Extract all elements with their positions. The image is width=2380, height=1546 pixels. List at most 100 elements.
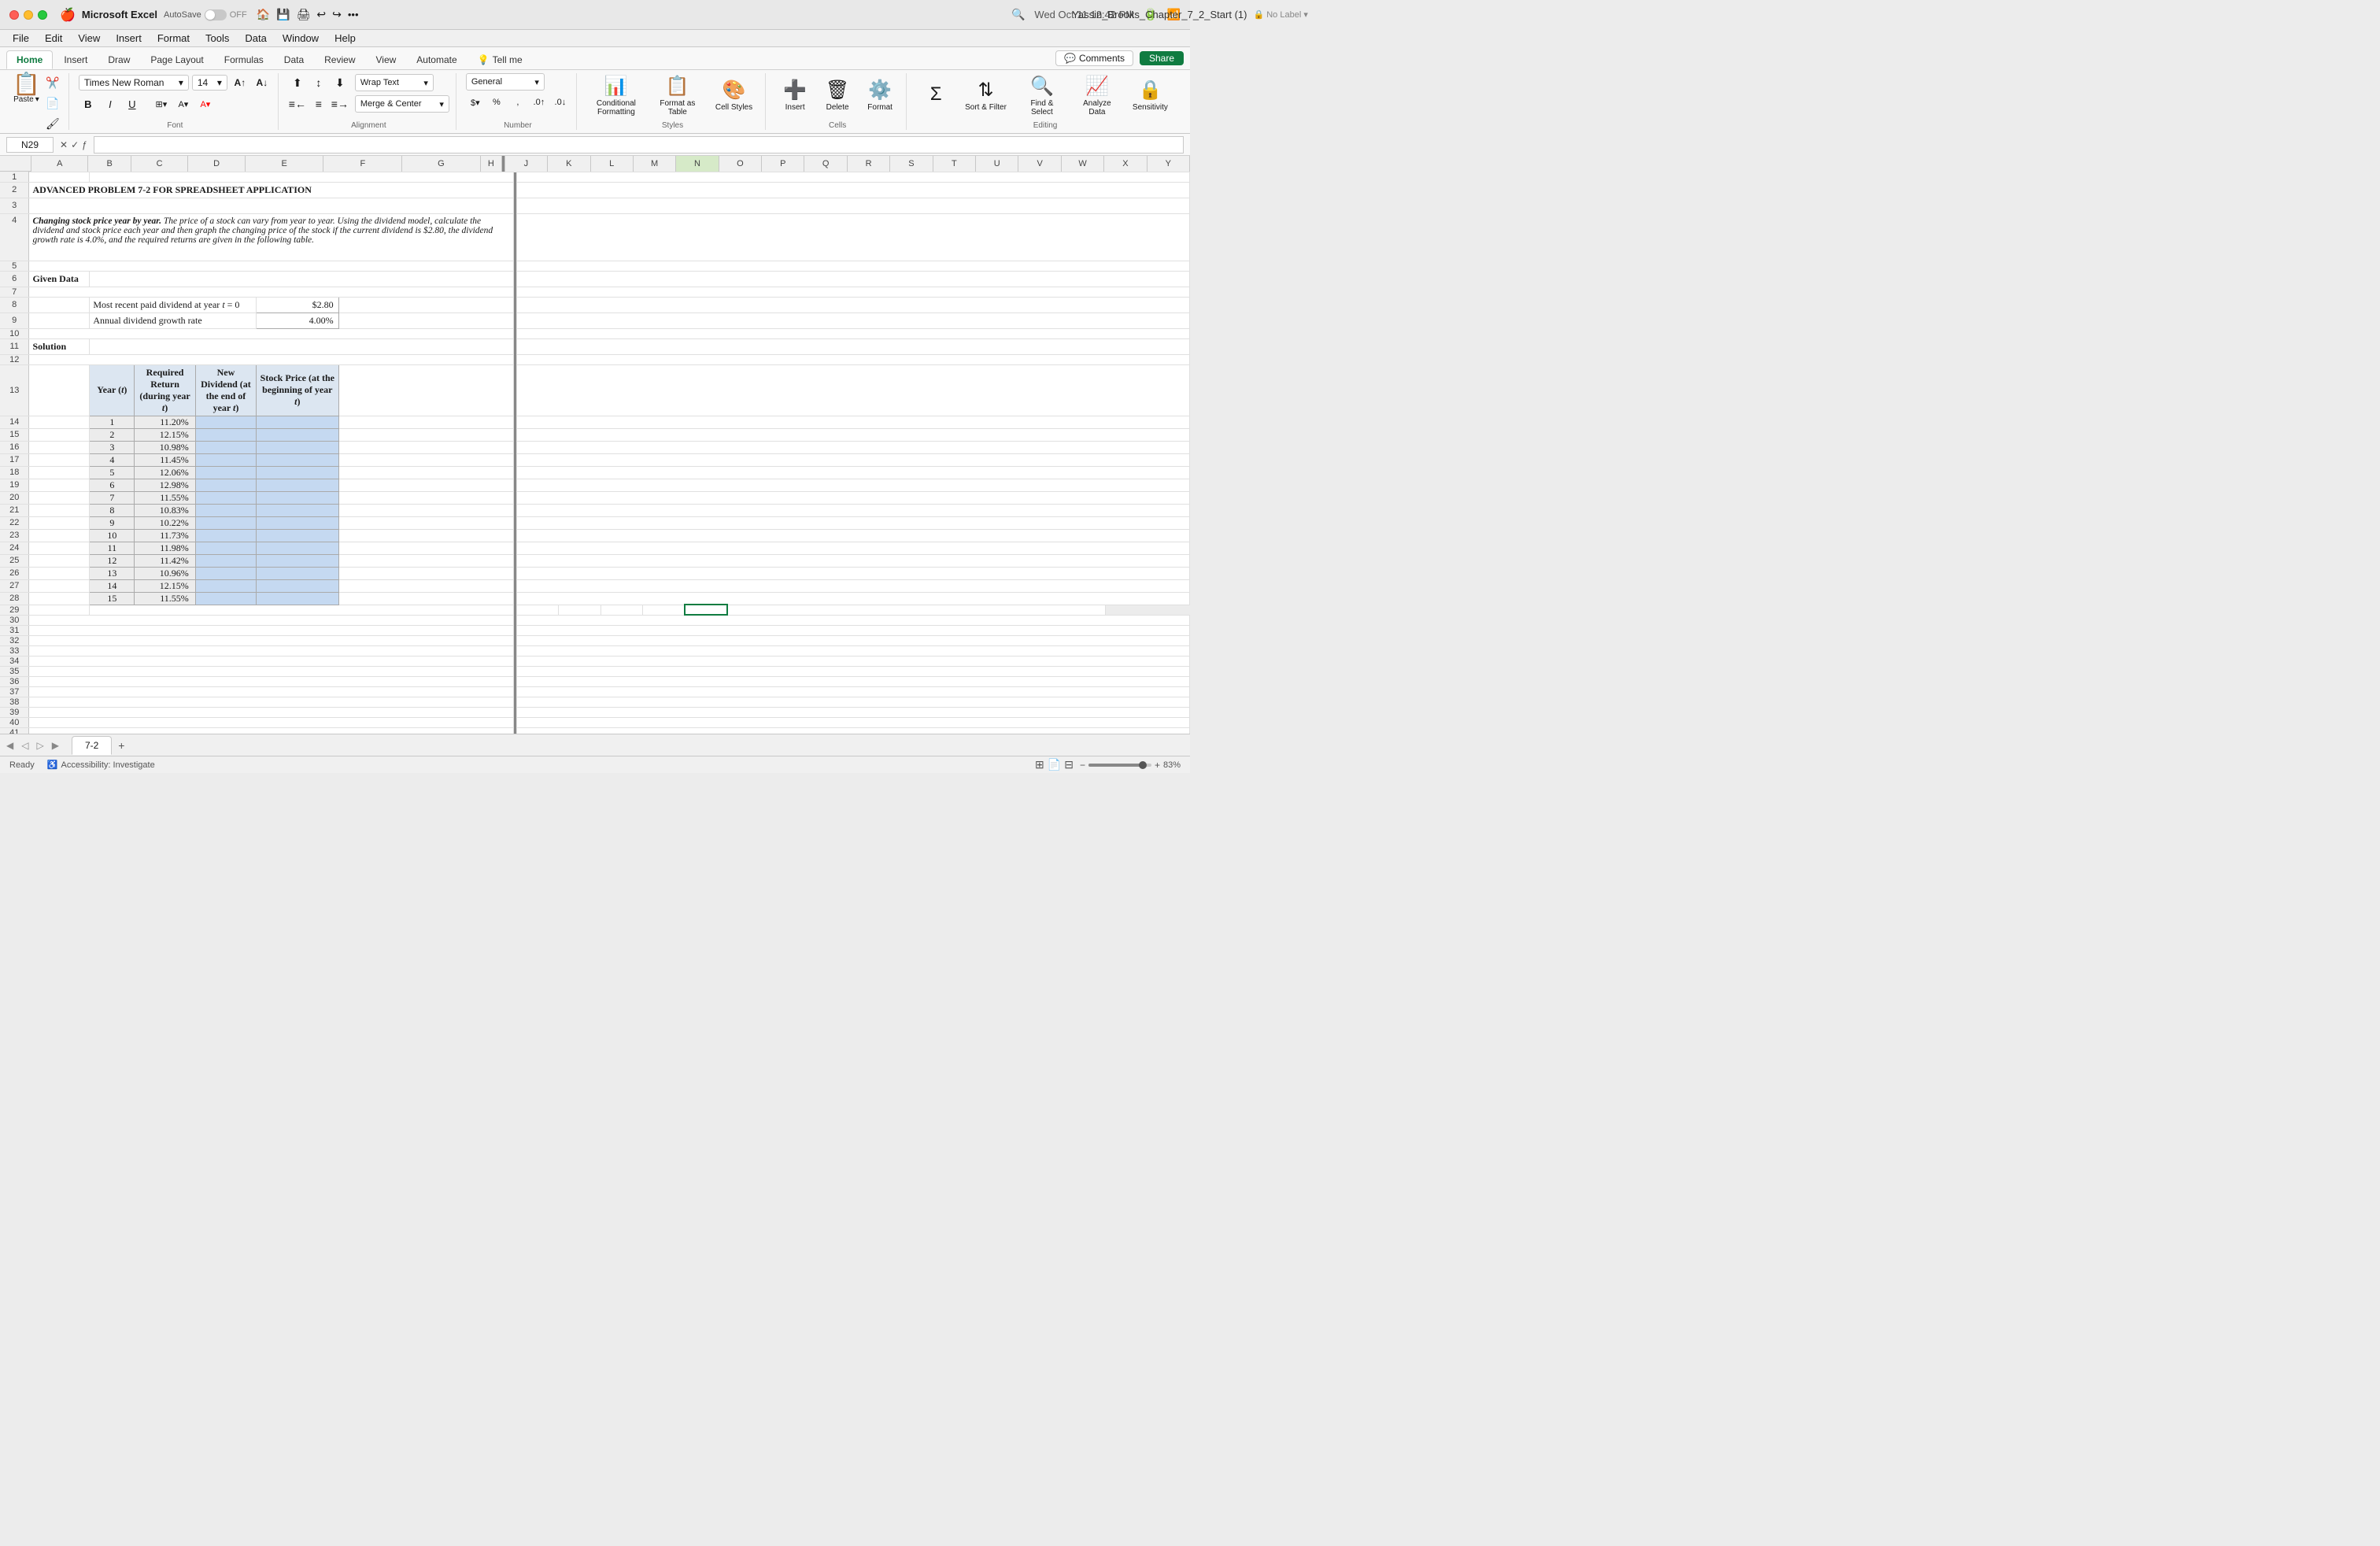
- cell-b20[interactable]: 7: [90, 491, 135, 504]
- cell-d15[interactable]: [195, 428, 256, 441]
- cell-c20[interactable]: 11.55%: [135, 491, 195, 504]
- cell-f24[interactable]: [338, 542, 514, 554]
- col-header-b[interactable]: B: [88, 156, 131, 172]
- row-num-38[interactable]: 38: [0, 697, 29, 707]
- cell-j13[interactable]: [516, 364, 1189, 416]
- menu-window[interactable]: Window: [276, 31, 325, 46]
- cell-a14[interactable]: [29, 416, 90, 428]
- cell-e27[interactable]: [257, 579, 338, 592]
- cell-c25[interactable]: 11.42%: [135, 554, 195, 567]
- cell-c15[interactable]: 12.15%: [135, 428, 195, 441]
- cell-b18[interactable]: 5: [90, 466, 135, 479]
- col-header-g[interactable]: G: [402, 156, 481, 172]
- menu-format[interactable]: Format: [151, 31, 196, 46]
- cell-d24[interactable]: [195, 542, 256, 554]
- cell-e24[interactable]: [257, 542, 338, 554]
- cell-a3[interactable]: [29, 198, 514, 213]
- cell-j27[interactable]: [516, 579, 1189, 592]
- cell-b22[interactable]: 9: [90, 516, 135, 529]
- cell-j17[interactable]: [516, 453, 1189, 466]
- cell-a21[interactable]: [29, 504, 90, 516]
- tab-data[interactable]: Data: [275, 51, 313, 68]
- cell-j8[interactable]: [516, 297, 1189, 313]
- cell-a16[interactable]: [29, 441, 90, 453]
- cell-j29[interactable]: [516, 605, 559, 615]
- font-name-selector[interactable]: Times New Roman ▾: [79, 75, 189, 91]
- cell-c18[interactable]: 12.06%: [135, 466, 195, 479]
- cell-d17[interactable]: [195, 453, 256, 466]
- cell-c24[interactable]: 11.98%: [135, 542, 195, 554]
- col-header-s[interactable]: S: [890, 156, 933, 172]
- cell-j10[interactable]: [516, 328, 1189, 338]
- cell-a11[interactable]: Solution: [29, 338, 90, 354]
- cell-d19[interactable]: [195, 479, 256, 491]
- tab-insert[interactable]: Insert: [54, 51, 97, 68]
- cell-j6[interactable]: [516, 271, 1189, 287]
- cell-d22[interactable]: [195, 516, 256, 529]
- col-header-j[interactable]: J: [505, 156, 548, 172]
- format-as-table-btn[interactable]: 📋 Format as Table: [648, 73, 708, 117]
- row-num-36[interactable]: 36: [0, 676, 29, 686]
- cell-a26[interactable]: [29, 567, 90, 579]
- cell-j20[interactable]: [516, 491, 1189, 504]
- cell-a10[interactable]: [29, 328, 514, 338]
- font-color-btn[interactable]: A▾: [196, 94, 215, 113]
- row-num-33[interactable]: 33: [0, 645, 29, 656]
- cell-o29[interactable]: [727, 605, 1106, 615]
- autosum-btn[interactable]: Σ: [916, 73, 955, 117]
- cell-a1[interactable]: [29, 172, 90, 183]
- page-layout-btn[interactable]: 📄: [1048, 758, 1061, 771]
- cell-b24[interactable]: 11: [90, 542, 135, 554]
- delete-btn[interactable]: 🗑 Delete: [818, 73, 857, 117]
- row-num-4[interactable]: 4: [0, 213, 29, 261]
- row-num-15[interactable]: 15: [0, 428, 29, 441]
- cell-j26[interactable]: [516, 567, 1189, 579]
- cell-a6[interactable]: Given Data: [29, 271, 90, 287]
- cell-d27[interactable]: [195, 579, 256, 592]
- page-break-btn[interactable]: ⊟: [1064, 758, 1074, 771]
- row-num-19[interactable]: 19: [0, 479, 29, 491]
- cell-c26[interactable]: 10.96%: [135, 567, 195, 579]
- analyze-data-btn[interactable]: 📈 Analyze Data: [1071, 73, 1123, 117]
- cell-a7[interactable]: [29, 287, 514, 297]
- format-painter-btn[interactable]: 🖌: [43, 114, 62, 133]
- cell-f28[interactable]: [338, 592, 514, 605]
- col-header-f[interactable]: F: [323, 156, 402, 172]
- find-select-btn[interactable]: 🔍 Find & Select: [1016, 73, 1068, 117]
- tab-home[interactable]: Home: [6, 50, 53, 69]
- cell-j15[interactable]: [516, 428, 1189, 441]
- tab-review[interactable]: Review: [315, 51, 364, 68]
- share-button[interactable]: Share: [1140, 51, 1184, 65]
- autosave-toggle[interactable]: AutoSave OFF: [164, 9, 247, 20]
- cell-a5[interactable]: [29, 261, 514, 271]
- sheet-tab-7-2[interactable]: 7-2: [72, 736, 112, 755]
- cell-b17[interactable]: 4: [90, 453, 135, 466]
- cell-e14[interactable]: [257, 416, 338, 428]
- cell-d18[interactable]: [195, 466, 256, 479]
- row-num-23[interactable]: 23: [0, 529, 29, 542]
- cell-e15[interactable]: [257, 428, 338, 441]
- align-left-btn[interactable]: ≡←: [288, 94, 307, 113]
- print-icon[interactable]: 🖨: [297, 8, 311, 21]
- cell-c22[interactable]: 10.22%: [135, 516, 195, 529]
- maximize-button[interactable]: [38, 10, 47, 20]
- insert-btn[interactable]: ➕ Insert: [775, 73, 815, 117]
- cell-e18[interactable]: [257, 466, 338, 479]
- col-header-d[interactable]: D: [188, 156, 245, 172]
- cell-j16[interactable]: [516, 441, 1189, 453]
- tab-page-layout[interactable]: Page Layout: [141, 51, 213, 68]
- redo-icon[interactable]: ↪: [332, 8, 342, 21]
- row-num-25[interactable]: 25: [0, 554, 29, 567]
- align-middle-btn[interactable]: ↕: [309, 73, 328, 92]
- cell-a25[interactable]: [29, 554, 90, 567]
- cell-c17[interactable]: 11.45%: [135, 453, 195, 466]
- copy-btn[interactable]: 📄: [43, 94, 62, 113]
- row-num-30[interactable]: 30: [0, 615, 29, 625]
- font-size-selector[interactable]: 14 ▾: [192, 75, 227, 91]
- cell-k29[interactable]: [559, 605, 601, 615]
- cut-btn[interactable]: ✂️: [43, 73, 62, 92]
- cell-f23[interactable]: [338, 529, 514, 542]
- more-tools-icon[interactable]: •••: [348, 9, 359, 20]
- tab-automate[interactable]: Automate: [407, 51, 466, 68]
- cell-e28[interactable]: [257, 592, 338, 605]
